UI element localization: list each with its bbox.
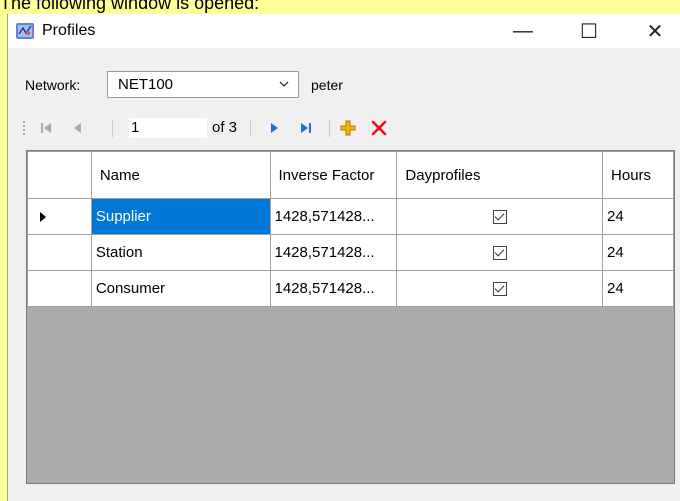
binding-navigator: 1 of 3 (17, 114, 680, 142)
cell-inverse-factor[interactable]: 1428,571428... (269, 234, 398, 271)
toolbar-separator (250, 120, 251, 137)
column-header-dayprofiles[interactable]: Dayprofiles (396, 151, 604, 199)
column-header-name[interactable]: Name (90, 151, 271, 199)
dayprofiles-checkbox[interactable] (492, 246, 507, 261)
toolbar-separator (112, 120, 113, 137)
table-row[interactable]: Supplier 1428,571428... 24 (27, 198, 674, 235)
header-corner[interactable] (27, 151, 92, 199)
close-button[interactable]: ✕ (632, 14, 678, 48)
cell-inverse-factor[interactable]: 1428,571428... (269, 270, 398, 307)
record-count-label: of 3 (212, 119, 238, 136)
current-row-icon (40, 211, 46, 222)
table-row[interactable]: Station 1428,571428... 24 (27, 234, 674, 271)
window-title: Profiles (42, 22, 96, 39)
move-first-icon[interactable] (35, 114, 57, 142)
cell-name[interactable]: Supplier (90, 198, 271, 235)
header-row: Name Inverse Factor Dayprofiles Hours (27, 151, 674, 199)
network-selected-value: NET100 (118, 76, 174, 93)
row-header[interactable] (27, 234, 92, 271)
cell-hours[interactable]: 24 (602, 198, 674, 235)
title-bar[interactable]: Profiles — ☐ ✕ (8, 14, 680, 48)
cell-dayprofiles[interactable] (396, 234, 604, 271)
user-label: peter (311, 77, 343, 93)
cell-dayprofiles[interactable] (396, 270, 604, 307)
move-last-icon[interactable] (296, 114, 318, 142)
delete-icon[interactable] (368, 114, 390, 142)
dayprofiles-checkbox[interactable] (492, 210, 507, 225)
move-next-icon[interactable] (263, 114, 285, 142)
cell-name[interactable]: Station (90, 234, 271, 271)
cell-inverse-factor[interactable]: 1428,571428... (269, 198, 398, 235)
network-select[interactable]: NET100 (107, 71, 299, 98)
instruction-caption: The following window is opened: (0, 0, 260, 13)
cell-hours[interactable]: 24 (602, 234, 674, 271)
column-header-inverse-factor-label: Inverse Factor (278, 166, 375, 184)
maximize-button[interactable]: ☐ (566, 14, 612, 48)
app-icon (15, 21, 35, 41)
network-label: Network: (25, 77, 81, 93)
move-previous-icon[interactable] (67, 114, 89, 142)
profiles-grid[interactable]: Name Inverse Factor Dayprofiles Hours Su… (26, 150, 675, 484)
row-header[interactable] (27, 270, 92, 307)
position-input[interactable]: 1 (129, 118, 207, 138)
cell-hours[interactable]: 24 (602, 270, 674, 307)
profiles-table: Name Inverse Factor Dayprofiles Hours Su… (27, 151, 674, 307)
toolbar-separator (329, 120, 330, 137)
profiles-window: Profiles — ☐ ✕ Network: NET100 peter 1 o… (7, 14, 680, 501)
cell-name[interactable]: Consumer (90, 270, 271, 307)
table-row[interactable]: Consumer 1428,571428... 24 (27, 270, 674, 307)
cell-dayprofiles[interactable] (396, 198, 604, 235)
column-header-hours[interactable]: Hours (602, 151, 674, 199)
minimize-button[interactable]: — (500, 14, 546, 48)
toolbar-grip-icon[interactable] (21, 114, 27, 142)
column-header-inverse-factor[interactable]: Inverse Factor (269, 151, 398, 199)
chevron-down-icon[interactable] (278, 75, 290, 96)
add-new-icon[interactable] (337, 114, 359, 142)
row-header[interactable] (27, 198, 92, 235)
dayprofiles-checkbox[interactable] (492, 282, 507, 297)
